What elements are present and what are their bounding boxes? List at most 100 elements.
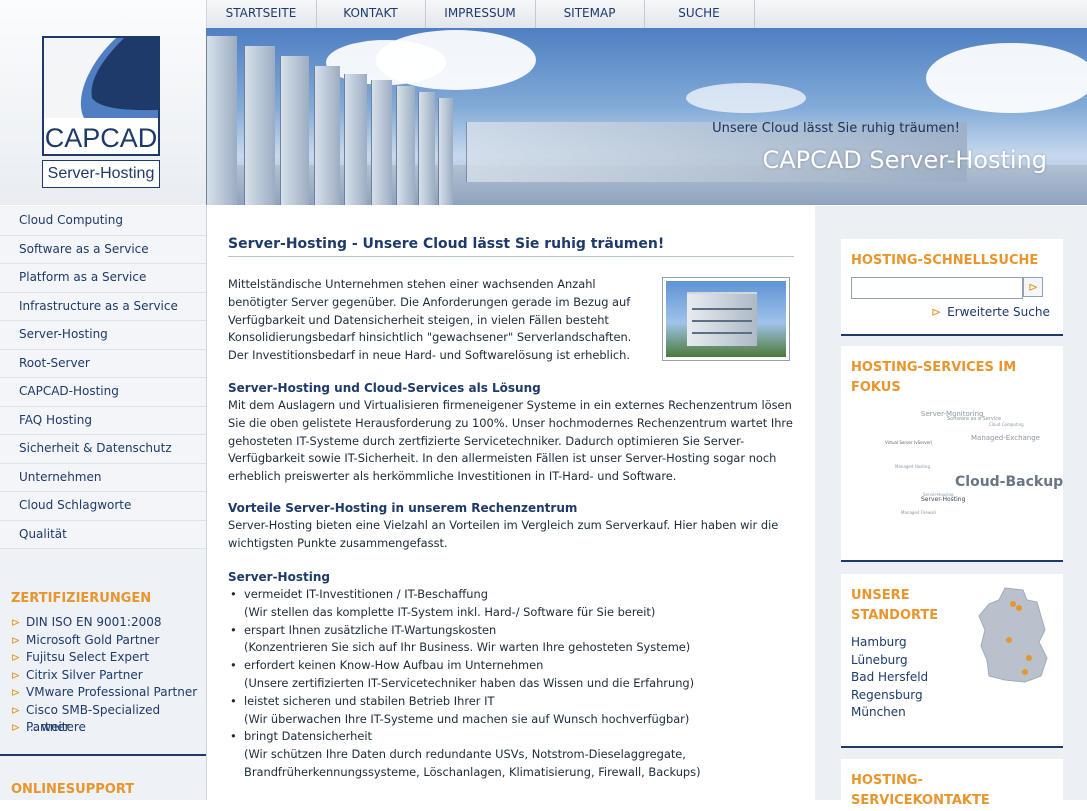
location-item[interactable]: Regensburg — [851, 687, 928, 705]
server-rack — [314, 66, 340, 205]
photo-building — [687, 292, 757, 346]
list-item: (Unsere zertifizierten IT-Servicetechnik… — [244, 675, 695, 690]
sidebar-item-sicherheit[interactable]: Sicherheit & Datenschutz — [0, 435, 206, 464]
tag-item[interactable]: Cloud-Backup — [955, 474, 1063, 490]
cert-item[interactable]: ⊳ VMware Professional Partner — [0, 684, 206, 702]
page-title: Server-Hosting - Unsere Cloud lässt Sie … — [228, 236, 794, 257]
sidebar-item-server-hosting[interactable]: Server-Hosting — [0, 321, 206, 350]
services-heading: HOSTING-SERVICES IM FOKUS — [851, 360, 1017, 395]
sidebar-item-faq-hosting[interactable]: FAQ Hosting — [0, 406, 206, 435]
tag-item[interactable]: Managed-Exchange — [971, 434, 1040, 442]
cert-label: DIN ISO EN 9001:2008 — [26, 615, 162, 629]
certifications-heading: ZERTIFIZIERUNGEN — [11, 591, 152, 606]
chevron-right-icon: ⊳ — [11, 633, 21, 647]
benefit-list: • vermeidet IT-Investitionen / IT-Beschaf… — [228, 586, 794, 782]
cert-label: Fujitsu Select Expert — [26, 650, 150, 664]
cert-label: Microsoft Gold Partner — [26, 632, 160, 647]
tag-item[interactable]: Managed Firewall — [901, 510, 936, 515]
sidebar-item-capcad-hosting[interactable]: CAPCAD-Hosting — [0, 378, 206, 407]
cert-item[interactable]: ⊳ ... weitere — [0, 719, 206, 737]
nav-kontakt[interactable]: KONTAKT — [316, 0, 426, 28]
cert-item[interactable]: ⊳ Fujitsu Select Expert — [0, 649, 206, 667]
sidebar-item-qualitaet[interactable]: Qualität — [0, 520, 206, 549]
bullet-icon: • — [230, 693, 237, 708]
contacts-box: HOSTING-SERVICEKONTAKTE — [841, 759, 1063, 809]
logo-brand-text: CAPCAD — [44, 123, 158, 153]
cert-item[interactable]: ⊳ Microsoft Gold Partner — [0, 632, 206, 650]
tag-item[interactable]: Managed Hosting — [895, 464, 930, 469]
tag-item[interactable]: Virtual Server (vServer) — [885, 440, 932, 445]
location-item[interactable]: München — [851, 704, 928, 722]
cert-label: ... weitere — [26, 720, 86, 734]
tag-item[interactable]: Server-Hosting — [921, 496, 965, 503]
chevron-right-icon: ⊳ — [11, 668, 21, 682]
location-item[interactable]: Lüneburg — [851, 652, 928, 670]
sidebar-item-unternehmen[interactable]: Unternehmen — [0, 463, 206, 492]
list-item: (Wir stellen das komplette IT-System ink… — [244, 604, 656, 619]
list-item: • vermeidet IT-Investitionen / IT-Beschaf… — [228, 586, 794, 604]
bullet-icon: • — [230, 658, 237, 673]
header-banner: Unsere Cloud lässt Sie ruhig träumen! CA… — [206, 28, 1087, 205]
nav-impressum[interactable]: IMPRESSUM — [425, 0, 536, 28]
server-rack — [206, 36, 237, 205]
onlinesupport-heading: ONLINESUPPORT — [11, 782, 135, 797]
sidebar-item-cloud-schlagworte[interactable]: Cloud Schlagworte — [0, 492, 206, 521]
section-solution: Server-Hosting und Cloud-Services als Lö… — [228, 379, 794, 486]
nav-sitemap[interactable]: SITEMAP — [535, 0, 645, 28]
chevron-right-icon: ⊳ — [11, 616, 21, 629]
chevron-right-icon: ⊳ — [11, 721, 21, 734]
bullet-icon: • — [230, 729, 237, 744]
nav-startseite[interactable]: STARTSEITE — [206, 0, 317, 28]
location-item[interactable]: Hamburg — [851, 634, 928, 652]
section-server-hosting: Server-Hosting • vermeidet IT-Investition… — [228, 568, 794, 782]
sidebar-item-iaas[interactable]: Infrastructure as a Service — [0, 292, 206, 321]
quick-search-box: HOSTING-SCHNELLSUCHE ⊳ ⊳ Erweiterte Suche — [841, 239, 1063, 336]
chevron-right-icon: ⊳ — [11, 686, 21, 699]
server-rack — [280, 56, 309, 205]
list-item: (Wir schützen Ihre Daten durch redundant… — [244, 747, 701, 779]
sidebar-item-cloud-computing[interactable]: Cloud Computing — [0, 207, 206, 236]
location-item[interactable]: Bad Hersfeld — [851, 669, 928, 687]
main-content: Server-Hosting - Unsere Cloud lässt Sie … — [228, 236, 794, 779]
bullet-icon: • — [230, 587, 237, 601]
cert-item[interactable]: ⊳ Citrix Silver Partner — [0, 667, 206, 685]
sidebar-item-paas[interactable]: Platform as a Service — [0, 264, 206, 293]
cert-item[interactable]: ⊳ Cisco SMB-Specialized Partner — [0, 702, 206, 734]
section-text: Server-Hosting bieten eine Vielzahl an V… — [228, 518, 779, 550]
search-submit-button[interactable]: ⊳ — [1023, 277, 1043, 297]
cert-label: Citrix Silver Partner — [26, 667, 143, 682]
advanced-search-link[interactable]: ⊳ Erweiterte Suche — [931, 305, 1050, 319]
germany-map-icon — [978, 587, 1048, 683]
sidebar-item-saas[interactable]: Software as a Service — [0, 235, 206, 264]
locations-box: UNSERE STANDORTE Hamburg Lüneburg Bad Her… — [841, 574, 1063, 748]
nav-suche[interactable]: SUCHE — [644, 0, 755, 28]
list-item: • bringt Datensicherheit — [228, 728, 794, 746]
section-heading: Vorteile Server-Hosting in unserem Reche… — [228, 501, 578, 515]
search-input[interactable] — [851, 277, 1023, 299]
bullet-icon: • — [230, 622, 237, 637]
sidebar-item-root-server[interactable]: Root-Server — [0, 349, 206, 378]
server-rack — [344, 74, 367, 205]
server-rack — [371, 80, 392, 205]
services-focus-box: HOSTING-SERVICES IM FOKUS Server-Monitor… — [841, 346, 1063, 562]
capcad-logo[interactable]: CAPCAD — [42, 36, 160, 156]
banner-slogan: Unsere Cloud lässt Sie ruhig träumen! — [712, 121, 960, 136]
tag-item[interactable]: Server-Housing — [923, 492, 954, 497]
section-text: Mit dem Auslagern und Virtualisieren fir… — [228, 398, 793, 484]
banner-cloud — [686, 83, 806, 113]
certifications-box: ZERTIFIZIERUNGEN ⊳ DIN ISO EN 9001:2008 ⊳… — [0, 591, 206, 737]
advanced-search-label: Erweiterte Suche — [947, 305, 1050, 319]
logo-panel: CAPCAD Server-Hosting — [0, 0, 207, 205]
cert-label: VMware Professional Partner — [26, 685, 198, 699]
contacts-heading: HOSTING-SERVICEKONTAKTE — [851, 773, 990, 808]
tag-item[interactable]: Cloud Computing — [989, 422, 1024, 427]
photo-window-row — [692, 332, 752, 334]
chevron-right-icon: ⊳ — [931, 305, 942, 319]
chevron-right-icon: ⊳ — [11, 651, 21, 664]
cert-item[interactable]: ⊳ DIN ISO EN 9001:2008 — [0, 614, 206, 632]
logo-swoosh-icon — [44, 38, 158, 118]
server-rack — [418, 92, 435, 205]
section-heading: Server-Hosting und Cloud-Services als Lö… — [228, 381, 541, 395]
locations-list: Hamburg Lüneburg Bad Hersfeld Regensburg… — [851, 634, 928, 722]
top-navigation: STARTSEITE KONTAKT IMPRESSUM SITEMAP SUC… — [206, 0, 1087, 29]
